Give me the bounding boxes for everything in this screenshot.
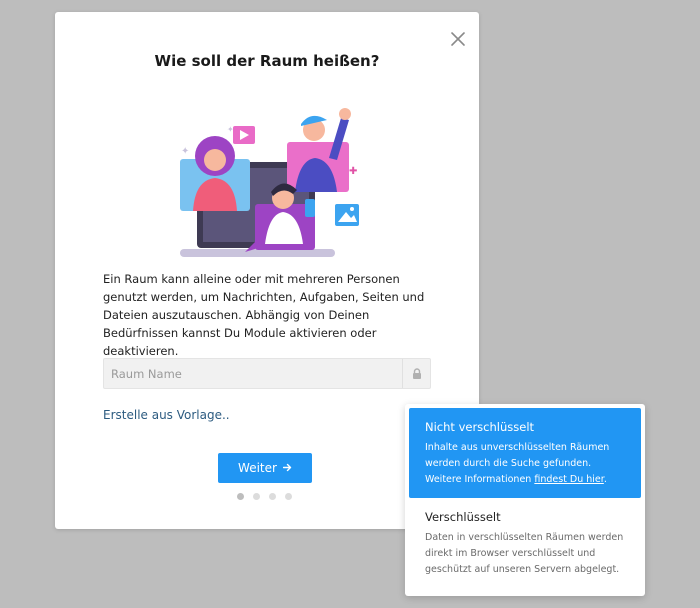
encryption-menu: Nicht verschlüsselt Inhalte aus unversch… xyxy=(405,404,645,596)
option-description: Inhalte aus unverschlüsselten Räumen wer… xyxy=(425,440,625,488)
create-from-template-link[interactable]: Erstelle aus Vorlage.. xyxy=(103,408,230,422)
room-name-input[interactable] xyxy=(104,359,402,388)
option-description: Daten in verschlüsselten Räumen werden d… xyxy=(425,532,624,575)
dialog-title: Wie soll der Raum heißen? xyxy=(154,52,380,70)
lock-icon[interactable] xyxy=(402,359,430,388)
step-dot xyxy=(285,493,292,500)
room-illustration: ✦ ✚ ✦ xyxy=(175,94,365,264)
more-info-link[interactable]: findest Du hier xyxy=(534,474,603,485)
close-icon[interactable] xyxy=(449,30,467,48)
step-dot xyxy=(269,493,276,500)
svg-text:✚: ✚ xyxy=(349,166,357,177)
option-title: Verschlüsselt xyxy=(425,510,501,524)
next-button[interactable]: Weiter xyxy=(218,453,312,483)
svg-text:✦: ✦ xyxy=(181,146,189,157)
dialog-description: Ein Raum kann alleine oder mit mehreren … xyxy=(103,272,425,358)
option-encrypted[interactable]: Verschlüsselt Daten in verschlüsselten R… xyxy=(409,498,641,588)
room-name-field xyxy=(103,358,431,389)
step-indicator xyxy=(237,493,292,500)
arrow-right-icon xyxy=(282,461,292,475)
step-dot xyxy=(253,493,260,500)
svg-text:✦: ✦ xyxy=(227,125,234,134)
step-dot xyxy=(237,493,244,500)
next-button-label: Weiter xyxy=(238,461,277,475)
option-not-encrypted[interactable]: Nicht verschlüsselt Inhalte aus unversch… xyxy=(409,408,641,498)
option-title: Nicht verschlüsselt xyxy=(425,420,535,434)
option-description-end: . xyxy=(603,474,607,485)
